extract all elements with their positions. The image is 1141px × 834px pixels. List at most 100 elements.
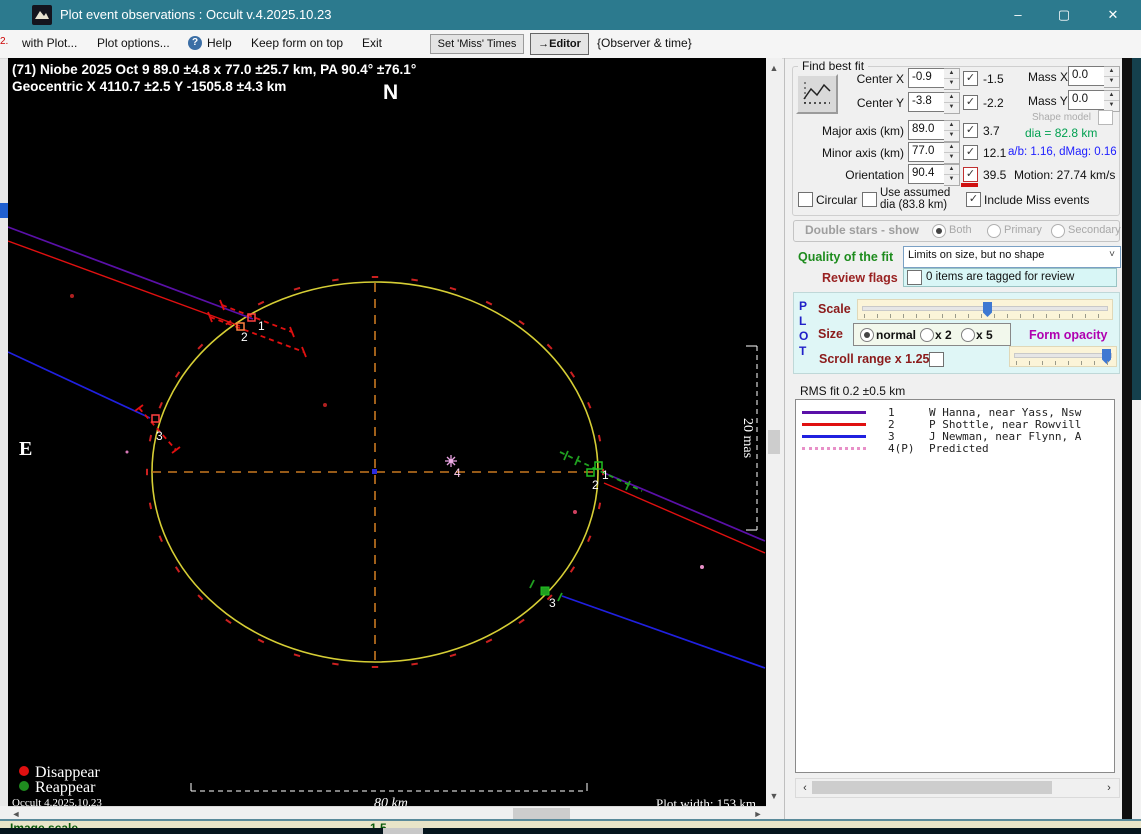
maximize-button[interactable]: ▢ bbox=[1041, 0, 1087, 30]
form-opacity-label: Form opacity bbox=[1029, 328, 1108, 342]
menu-keep-form-on-top[interactable]: Keep form on top bbox=[251, 36, 343, 50]
set-miss-times-button[interactable]: Set 'Miss' Times bbox=[430, 34, 524, 54]
horizontal-scroll-thumb[interactable] bbox=[513, 808, 570, 819]
double-stars-secondary-radio[interactable] bbox=[1051, 224, 1065, 238]
scale-slider-ticks bbox=[864, 314, 1106, 318]
background-left-artifact: 2. bbox=[0, 36, 9, 47]
size-x2-label: x 2 bbox=[935, 328, 952, 342]
chord2-disappear-label: 2 bbox=[241, 330, 248, 344]
mass-x-input[interactable]: 0.0 bbox=[1068, 66, 1106, 86]
center-y-unc-checkbox[interactable]: ✓ bbox=[963, 95, 978, 110]
vertical-scroll-thumb[interactable] bbox=[768, 430, 780, 454]
editor-button[interactable]: →Editor bbox=[530, 33, 589, 55]
size-normal-radio[interactable] bbox=[860, 328, 874, 342]
menu-exit[interactable]: Exit bbox=[362, 36, 382, 50]
observer-line-sample bbox=[802, 411, 866, 414]
major-axis-input[interactable]: 89.0 bbox=[908, 120, 946, 140]
star-marker-center bbox=[449, 459, 453, 463]
menu-with-plot[interactable]: with Plot... bbox=[22, 36, 77, 50]
orientation-input[interactable]: 90.4 bbox=[908, 164, 946, 184]
panel-scroll-thumb[interactable] bbox=[812, 781, 1052, 794]
menu-help[interactable]: Help bbox=[207, 36, 232, 50]
major-axis-spinner[interactable]: ▲ ▼ bbox=[944, 120, 960, 142]
plot-canvas[interactable]: (71) Niobe 2025 Oct 9 89.0 ±4.8 x 77.0 ±… bbox=[7, 58, 766, 811]
size-x5-radio[interactable] bbox=[961, 328, 975, 342]
reappear-legend-dot bbox=[19, 781, 29, 791]
include-miss-checkbox[interactable]: ✓ bbox=[966, 192, 981, 207]
use-assumed-line1: Use assumed bbox=[880, 187, 951, 199]
plot-area[interactable]: (71) Niobe 2025 Oct 9 89.0 ±4.8 x 77.0 ±… bbox=[7, 58, 766, 811]
orientation-unc-checkbox[interactable]: ✓ bbox=[963, 167, 978, 182]
scale-label: Scale bbox=[818, 302, 851, 316]
minor-axis-label: Minor axis (km) bbox=[821, 146, 904, 160]
chord1-disappear-label: 1 bbox=[258, 319, 265, 333]
use-assumed-dia-checkbox[interactable] bbox=[862, 192, 877, 207]
shape-model-checkbox[interactable] bbox=[1098, 110, 1113, 125]
title-bar[interactable]: Plot event observations : Occult v.4.202… bbox=[0, 0, 1141, 30]
double-stars-label: Double stars - show bbox=[805, 223, 920, 237]
minor-axis-input[interactable]: 77.0 bbox=[908, 142, 946, 162]
plot-letter-l: L bbox=[799, 314, 807, 328]
double-stars-both-label: Both bbox=[949, 224, 972, 236]
close-button[interactable]: ✕ bbox=[1090, 0, 1136, 30]
mass-y-label: Mass Y bbox=[1028, 94, 1068, 108]
include-miss-label: Include Miss events bbox=[984, 193, 1090, 207]
scroll-down-arrow[interactable]: ▼ bbox=[768, 790, 780, 802]
form-opacity-slider-ticks bbox=[1016, 361, 1110, 365]
scroll-range-label: Scroll range x 1.25 bbox=[819, 352, 930, 366]
background-bottom-bar bbox=[0, 828, 1141, 834]
mass-x-spinner[interactable]: ▲ ▼ bbox=[1104, 66, 1120, 88]
center-y-unc-value: -2.2 bbox=[983, 96, 1004, 110]
mass-y-input[interactable]: 0.0 bbox=[1068, 90, 1106, 110]
menu-plot-options[interactable]: Plot options... bbox=[97, 36, 170, 50]
plot-letter-p: P bbox=[799, 299, 808, 313]
background-bottom-strip: Image scale 1.5 bbox=[0, 821, 1141, 828]
center-x-label: Center X bbox=[856, 72, 904, 86]
background-left-blue-tick bbox=[0, 203, 8, 218]
plot-title-line1: (71) Niobe 2025 Oct 9 89.0 ±4.8 x 77.0 ±… bbox=[12, 62, 416, 77]
plot-letter-t: T bbox=[799, 344, 807, 358]
minor-axis-unc-value: 12.1 bbox=[983, 146, 1007, 160]
minor-axis-unc-checkbox[interactable]: ✓ bbox=[963, 145, 978, 160]
background-right-strip-bottom bbox=[1132, 400, 1141, 820]
center-y-input[interactable]: -3.8 bbox=[908, 92, 946, 112]
mass-x-label: Mass X bbox=[1028, 70, 1069, 84]
chord3-reappear-label: 3 bbox=[549, 596, 556, 610]
panel-scroll-right-arrow[interactable]: › bbox=[1104, 782, 1114, 794]
quality-of-fit-value: Limits on size, but no shape bbox=[908, 249, 1045, 261]
form-opacity-slider[interactable] bbox=[1009, 346, 1117, 367]
review-flags-checkbox[interactable] bbox=[907, 270, 922, 285]
size-x5-label: x 5 bbox=[976, 328, 993, 342]
panel-divider bbox=[784, 58, 785, 820]
observer-num: 4(P) bbox=[888, 442, 915, 455]
east-label: E bbox=[19, 438, 32, 460]
double-stars-primary-radio[interactable] bbox=[987, 224, 1001, 238]
center-x-unc-checkbox[interactable]: ✓ bbox=[963, 71, 978, 86]
panel-scroll-left-arrow[interactable]: ‹ bbox=[800, 782, 810, 794]
plot-vertical-scrollbar[interactable]: ▲ ▼ bbox=[766, 58, 782, 806]
scroll-up-arrow[interactable]: ▲ bbox=[768, 62, 780, 74]
find-best-fit-label: Find best fit bbox=[798, 59, 869, 73]
minimize-button[interactable]: – bbox=[995, 0, 1041, 30]
size-normal-label: normal bbox=[876, 328, 917, 342]
mass-y-spinner[interactable]: ▲ ▼ bbox=[1104, 90, 1120, 112]
quality-of-fit-combobox[interactable]: Limits on size, but no shape ˅ bbox=[903, 246, 1121, 268]
center-x-input[interactable]: -0.9 bbox=[908, 68, 946, 88]
center-x-spinner[interactable]: ▲ ▼ bbox=[944, 68, 960, 90]
observer-listbox[interactable]: 1 W Hanna, near Yass, Nsw 2 P Shottle, n… bbox=[795, 399, 1115, 773]
circular-checkbox[interactable] bbox=[798, 192, 813, 207]
panel-horizontal-scrollbar[interactable]: ‹ › bbox=[795, 778, 1120, 798]
observer-line-sample bbox=[802, 423, 866, 426]
minor-axis-spinner[interactable]: ▲ ▼ bbox=[944, 142, 960, 164]
size-x2-radio[interactable] bbox=[920, 328, 934, 342]
chord2-reappear-label: 2 bbox=[592, 478, 599, 492]
scroll-range-checkbox[interactable] bbox=[929, 352, 944, 367]
chevron-down-icon[interactable]: ˅ bbox=[1109, 249, 1115, 260]
shape-model-label: Shape model bbox=[1032, 112, 1091, 123]
orientation-spinner[interactable]: ▲ ▼ bbox=[944, 164, 960, 186]
major-axis-unc-checkbox[interactable]: ✓ bbox=[963, 123, 978, 138]
double-stars-both-radio[interactable] bbox=[932, 224, 946, 238]
scale-slider[interactable] bbox=[857, 299, 1113, 320]
circular-label: Circular bbox=[816, 193, 858, 207]
center-y-spinner[interactable]: ▲ ▼ bbox=[944, 92, 960, 114]
